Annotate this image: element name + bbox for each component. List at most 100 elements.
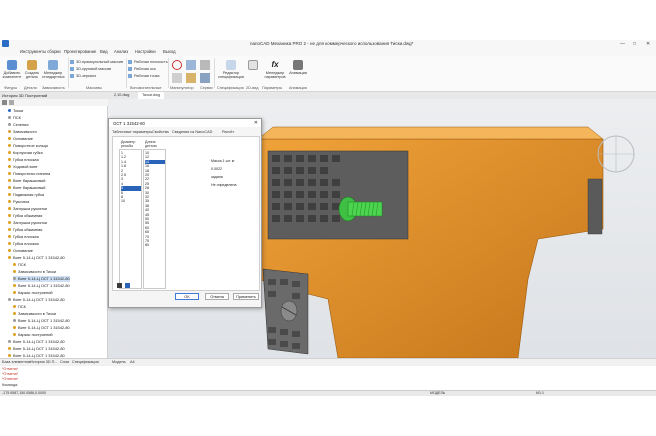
tree-item[interactable]: Губка обжимная (8, 227, 42, 233)
add-component-button[interactable]: Добавить компонент (2, 60, 22, 79)
tool-icon[interactable] (186, 73, 196, 83)
tree-item-label: Винт 5-14-Ц ОСТ 1 31542-80 (18, 276, 70, 281)
tree-item[interactable]: Основание (8, 248, 33, 254)
cancel-button[interactable]: Отмена (205, 293, 229, 300)
right-jaw[interactable] (587, 178, 603, 235)
tree-item[interactable]: Винт барашковый (8, 178, 45, 184)
menu-assembly-tools[interactable]: Инструменты сборки (20, 49, 61, 54)
tree-item[interactable]: Губка плоская (8, 241, 39, 247)
list-item[interactable]: 10 (121, 199, 141, 203)
tree-item[interactable]: Винт 5-14-Ц ОСТ 1 31542-80 (8, 346, 65, 352)
tree-item[interactable]: Корпусная губка (8, 150, 43, 156)
align-icon[interactable] (172, 73, 182, 83)
move-icon[interactable] (172, 60, 182, 70)
tab-doc-2[interactable]: Тиски.dwg (138, 92, 164, 99)
tree-item-label: Губка обжимная (13, 227, 43, 232)
tree-item[interactable]: Рукоятка (8, 199, 29, 205)
tree-item[interactable]: ПСК (13, 304, 26, 310)
tree-item[interactable]: Подвижная губка (8, 192, 44, 198)
tab-table-params[interactable]: Табличные параметры (112, 130, 152, 134)
tree-item[interactable]: Винт 5-14-Ц ОСТ 1 31542-80 (8, 255, 65, 261)
tab-properties[interactable]: Свойства (152, 130, 169, 134)
thread-diameter-list[interactable]: 1 1.2 1.4 1.6 2 2.5 3 4 5 6 8 10 (119, 149, 142, 289)
rotate-icon[interactable] (186, 60, 196, 70)
tree-item[interactable]: Винт 5-14-Ц ОСТ 1 31542-80 (13, 276, 70, 282)
tree-item-label: Зависимости в Тиски (18, 269, 57, 274)
tree-item[interactable]: Губка плоская (8, 234, 39, 240)
tree-item[interactable]: Тиски (8, 108, 23, 114)
space-mode[interactable]: МОДЕЛЬ (430, 391, 445, 395)
tree-item[interactable]: Винт барашковый (8, 185, 45, 191)
tree-item[interactable]: Поворотная станина (8, 171, 50, 177)
tab-nanocad-info[interactable]: Сведения из NanoCAD (172, 130, 212, 134)
tree-item[interactable]: Губка обжимная (8, 213, 42, 219)
standard-manager-button[interactable]: Менеджер стандартных (42, 60, 65, 79)
work-axis-button[interactable]: Рабочая ось (128, 67, 156, 71)
tab-doc-1[interactable]: 2,10.dwg (110, 92, 133, 99)
tree-item-label: Каркас построений (18, 332, 53, 337)
service-icon[interactable] (200, 60, 210, 70)
tree-item[interactable]: ПСК (13, 262, 26, 268)
scale[interactable]: M1:1 (536, 391, 544, 395)
tree-item[interactable]: Винт 5-14-Ц ОСТ 1 31542-80 (8, 339, 65, 345)
rect-array-button[interactable]: 3D-прямоугольный массив (70, 60, 123, 64)
command-line[interactable]: *Отмена* *Отмена* *Отмена* Команда: (0, 366, 656, 390)
menu-analysis[interactable]: Анализ (114, 49, 128, 54)
animation-button[interactable]: Анимация (289, 60, 307, 75)
work-point-icon (128, 74, 132, 78)
parameter-manager-button[interactable]: fx Менеджер параметров (263, 60, 287, 79)
tree-item[interactable]: Заглушка рукоятки (8, 220, 47, 226)
tab-a4[interactable]: A4 (130, 360, 135, 364)
tree-item-label: Поворотная станина (13, 171, 51, 176)
close-button[interactable]: ✕ (646, 41, 650, 47)
spec-editor-button[interactable]: Редактор спецификации (218, 60, 244, 79)
work-plane-button[interactable]: Рабочая плоскость (128, 60, 168, 64)
tree-item[interactable]: Винт 5-14-Ц ОСТ 1 31542-80 (13, 283, 70, 289)
2d-view-button[interactable] (246, 60, 260, 71)
list-item[interactable]: 80 (145, 243, 165, 247)
tree-item[interactable]: Зависимости в Тиски (13, 311, 56, 317)
tab-specification[interactable]: Спецификация (72, 360, 99, 364)
cursor-icon[interactable] (125, 283, 130, 288)
settings-icon[interactable] (9, 100, 14, 105)
menu-design[interactable]: Проектирование (64, 49, 96, 54)
ok-button[interactable]: OK (175, 293, 199, 300)
part-length-list[interactable]: 10 12 14 16 18 20 22 25 28 30 32 35 38 40 45 50 55 60 65 70… (143, 149, 166, 289)
tree-item[interactable]: ПСК (8, 115, 21, 121)
mirror-button[interactable]: 3D-зеркало (70, 74, 96, 78)
check-icon[interactable] (200, 73, 210, 83)
work-point-button[interactable]: Рабочая точка (128, 74, 159, 78)
view-cube[interactable] (597, 135, 635, 173)
tree-item[interactable]: Винт 5-14-Ц ОСТ 1 31542-80 (13, 318, 70, 324)
create-part-button[interactable]: Создать деталь (23, 60, 41, 79)
apply-button[interactable]: Применить (233, 293, 259, 300)
minimize-button[interactable]: — (620, 41, 625, 47)
tree-item[interactable]: Зависимости в Тиски (13, 269, 56, 275)
tree-item[interactable]: Основание (8, 136, 33, 142)
tab-model[interactable]: Модель (112, 360, 126, 364)
circular-array-button[interactable]: 3D-круговой массив (70, 67, 111, 71)
menu-exit[interactable]: Выход (163, 49, 176, 54)
mirror-icon (70, 74, 74, 78)
filter-icon[interactable] (2, 100, 7, 105)
tree-item[interactable]: Губка плоская (8, 157, 39, 163)
tab-calculation[interactable]: Расчёт (222, 130, 234, 134)
tree-item[interactable]: Заглушка рукоятки (8, 206, 47, 212)
tree-item[interactable]: Винт 5-14-Ц ОСТ 1 31542-80 (8, 297, 65, 303)
tree-item[interactable]: Винт 5-14-Ц ОСТ 1 31542-80 (13, 325, 70, 331)
tree-item[interactable]: Каркас построений (13, 332, 53, 338)
tree-node-icon (8, 186, 11, 190)
tab-layers[interactable]: Слои (60, 360, 69, 364)
tree-item[interactable]: Поворотное кольцо (8, 143, 48, 149)
tree-item[interactable]: Ходовой винт (8, 164, 38, 170)
menu-settings[interactable]: Настройки (135, 49, 156, 54)
tree-item[interactable]: Каркас построений (13, 290, 53, 296)
filter-icon[interactable] (117, 283, 122, 288)
tab-3d-history[interactable]: История 3D П... (30, 360, 58, 364)
tree-item[interactable]: Зависимости (8, 129, 37, 135)
tab-element-base[interactable]: База элементов (2, 360, 30, 364)
menu-view[interactable]: Вид (100, 49, 108, 54)
dialog-close-button[interactable]: ✕ (254, 120, 258, 126)
tree-item[interactable]: Сечения (8, 122, 28, 128)
maximize-button[interactable]: □ (633, 41, 636, 47)
